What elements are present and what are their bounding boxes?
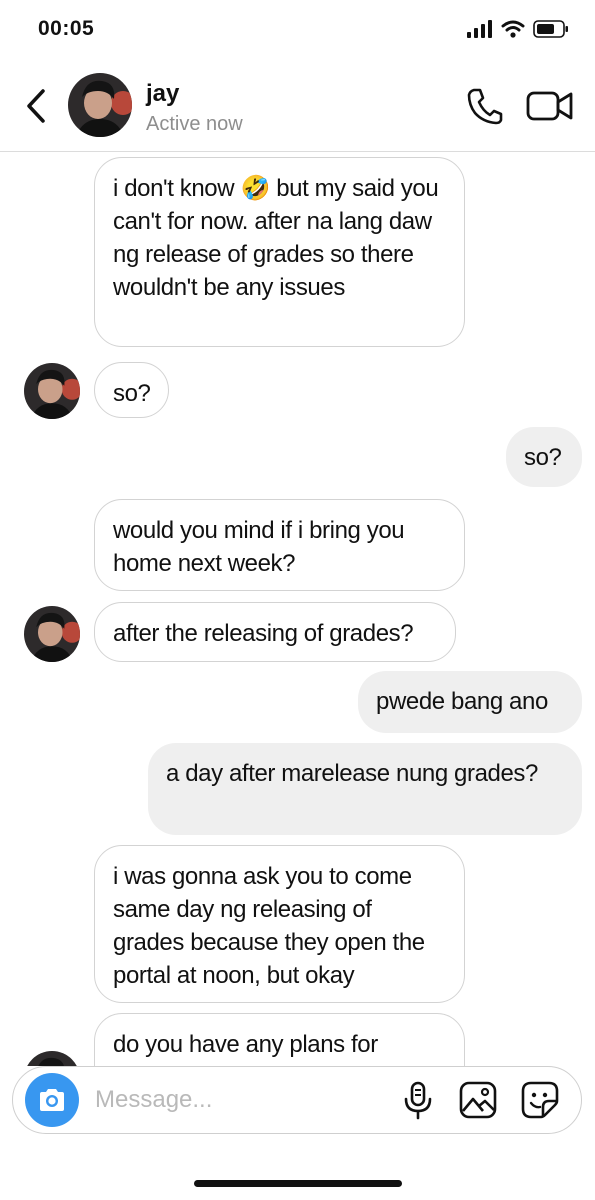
message-bubble-outgoing[interactable]: a day after marelease nung grades? [148, 743, 582, 835]
message-bubble-incoming[interactable]: would you mind if i bring you home next … [94, 499, 465, 591]
message-thread[interactable]: i don't know 🤣 but my said you can't for… [0, 151, 595, 1066]
back-button[interactable] [20, 84, 52, 128]
message-bubble-incoming[interactable]: so? [94, 362, 169, 418]
wifi-icon [501, 20, 525, 38]
camera-icon [40, 1089, 64, 1111]
video-call-button[interactable] [526, 88, 574, 124]
battery-icon [533, 20, 568, 38]
home-indicator[interactable] [194, 1180, 402, 1187]
audio-call-button[interactable] [466, 86, 504, 126]
gallery-button[interactable] [459, 1081, 497, 1119]
message-bubble-incoming[interactable]: i don't know 🤣 but my said you can't for… [94, 157, 465, 347]
message-bubble-outgoing[interactable]: so? [506, 427, 582, 487]
status-icons [467, 20, 569, 38]
sticker-icon [521, 1081, 559, 1119]
message-bubble-incoming[interactable]: i was gonna ask you to come same day ng … [94, 845, 465, 1003]
contact-name[interactable]: jay [146, 80, 179, 108]
message-input[interactable] [95, 1081, 385, 1119]
sender-avatar[interactable] [24, 363, 80, 419]
sender-avatar[interactable] [24, 1051, 80, 1066]
video-icon [526, 91, 573, 121]
contact-avatar[interactable] [68, 73, 132, 137]
message-composer [12, 1066, 582, 1134]
status-time: 00:05 [38, 17, 95, 40]
signal-icon [467, 20, 492, 38]
voice-message-button[interactable] [401, 1081, 435, 1121]
sender-avatar[interactable] [24, 606, 80, 662]
contact-status: Active now [146, 113, 243, 135]
message-bubble-incoming[interactable]: do you have any plans for [94, 1013, 465, 1066]
status-bar: 00:05 [0, 0, 595, 62]
camera-button[interactable] [25, 1073, 79, 1127]
mic-icon [404, 1081, 432, 1120]
gallery-icon [459, 1081, 497, 1119]
message-bubble-outgoing[interactable]: pwede bang ano [358, 671, 582, 733]
back-icon [27, 89, 45, 123]
sticker-button[interactable] [521, 1081, 559, 1119]
chat-header: jay Active now [0, 62, 595, 152]
message-bubble-incoming[interactable]: after the releasing of grades? [94, 602, 456, 662]
phone-icon [467, 88, 503, 125]
